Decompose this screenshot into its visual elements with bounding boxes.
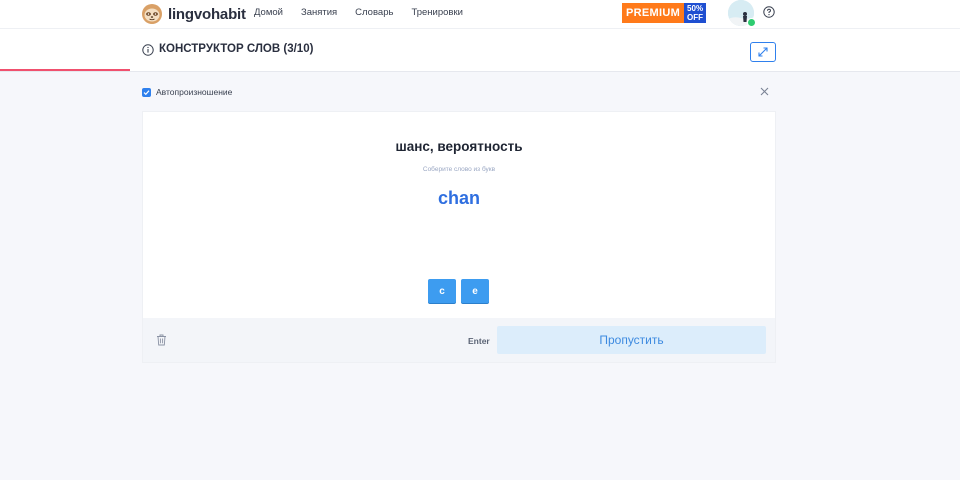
auto-pronounce-checkbox[interactable]: [142, 87, 151, 97]
letter-button-c[interactable]: c: [428, 279, 456, 303]
nav-item-lessons[interactable]: Занятия: [301, 7, 337, 18]
top-navbar: lingvohabit Домой Занятия Словарь Тренир…: [0, 0, 960, 28]
nav-item-dictionary[interactable]: Словарь: [355, 7, 393, 18]
nav-item-trainings[interactable]: Тренировки: [411, 7, 462, 18]
discount-off: OFF: [687, 13, 704, 22]
premium-label: PREMIUM: [622, 3, 685, 23]
auto-pronounce-setting: Автопроизношение: [142, 86, 232, 98]
main-nav: Домой Занятия Словарь Тренировки: [254, 7, 481, 18]
expand-arrows-icon: [758, 47, 768, 57]
question-circle-icon[interactable]: [763, 6, 775, 18]
exercise-footer: Enter Пропустить: [142, 318, 776, 363]
premium-promo-banner[interactable]: PREMIUM 50% OFF: [622, 3, 718, 23]
trash-icon[interactable]: [156, 334, 167, 346]
lesson-progress-bar: [0, 69, 960, 71]
exercise-card: шанс, вероятность Соберите слово из букв…: [142, 111, 776, 319]
lesson-progress-fill: [0, 69, 130, 71]
brand-logo[interactable]: lingvohabit: [141, 2, 246, 26]
fullscreen-button[interactable]: [750, 42, 776, 62]
sloth-mascot-icon: [142, 4, 162, 24]
prompt-word: шанс, вероятность: [395, 139, 523, 154]
close-icon[interactable]: [759, 86, 770, 97]
enter-shortcut-hint: Enter: [468, 336, 490, 346]
discount-badge: 50% OFF: [684, 3, 707, 23]
instruction-hint: Соберите слово из букв: [422, 166, 496, 173]
auto-pronounce-label: Автопроизношение: [156, 87, 233, 97]
page-title: КОНСТРУКТОР СЛОВ (3/10): [159, 43, 314, 55]
skip-button[interactable]: Пропустить: [497, 326, 766, 354]
brand-name: lingvohabit: [168, 5, 246, 23]
checkmark-icon: [143, 89, 150, 95]
lesson-header: КОНСТРУКТОР СЛОВ (3/10): [0, 28, 960, 72]
assembled-answer: chan: [437, 188, 480, 208]
discount-percent: 50%: [687, 4, 704, 13]
nav-item-home[interactable]: Домой: [254, 7, 283, 18]
online-status-dot: [747, 18, 756, 27]
letter-choices: c e: [428, 279, 489, 303]
info-circle-icon[interactable]: [142, 44, 154, 56]
letter-button-e[interactable]: e: [461, 279, 489, 303]
